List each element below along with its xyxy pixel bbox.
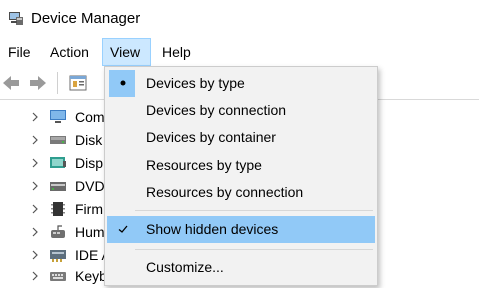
chevron-right-icon[interactable] [30,157,40,169]
menu-item-devices-by-type[interactable]: Devices by type [107,70,375,97]
radio-selected-indicator [109,70,135,97]
toolbar-separator [57,72,58,94]
menu-item-label: Devices by connection [146,102,287,118]
tree-item-label: Disp [75,155,104,171]
disk-drive-icon [50,136,66,144]
window-title: Device Manager [31,10,141,27]
computer-icon [50,110,66,123]
tree-item-label: Hum [75,224,105,240]
view-menu-dropdown: Devices by type Devices by connection De… [104,66,378,286]
chevron-right-icon[interactable] [30,111,40,123]
hid-icon [51,225,65,238]
menu-view[interactable]: View [102,38,151,66]
dvd-drive-icon [50,182,66,191]
check-indicator [109,216,135,243]
tree-item-label: Firm [75,201,103,217]
menu-separator [135,210,373,211]
device-manager-icon [9,12,23,25]
menu-item-label: Resources by connection [146,184,304,200]
display-adapter-icon [50,157,66,168]
forward-arrow-icon[interactable] [28,73,48,93]
chevron-right-icon[interactable] [30,270,40,282]
tree-item-label: Keyb [75,268,107,284]
menu-item-devices-by-container[interactable]: Devices by container [107,124,375,151]
tree-item-label: DVD [75,178,105,194]
menu-item-show-hidden-devices[interactable]: Show hidden devices [107,216,375,243]
menu-file[interactable]: File [1,38,38,66]
menu-item-devices-by-connection[interactable]: Devices by connection [107,97,375,124]
chevron-right-icon[interactable] [30,226,40,238]
menu-item-label: Devices by container [146,129,276,145]
menu-item-label: Resources by type [146,157,262,173]
tree-item-label: Com [75,109,105,125]
menu-item-label: Devices by type [146,75,245,91]
chevron-right-icon[interactable] [30,180,40,192]
chevron-right-icon[interactable] [30,249,40,261]
menu-item-label: Customize... [146,259,224,275]
properties-icon[interactable] [68,73,88,93]
menu-separator [135,249,373,250]
ide-controller-icon [50,250,66,262]
back-arrow-icon[interactable] [1,73,21,93]
menu-help[interactable]: Help [155,38,198,66]
firmware-icon [51,202,65,216]
menu-item-customize[interactable]: Customize... [107,254,375,281]
menu-item-resources-by-connection[interactable]: Resources by connection [107,179,375,206]
title-bar: Device Manager [0,0,479,38]
bullet-icon [120,80,126,86]
menu-action[interactable]: Action [43,38,96,66]
chevron-right-icon[interactable] [30,134,40,146]
menu-item-label: Show hidden devices [146,221,279,237]
checkmark-icon [118,225,128,233]
tree-item-label: Disk [75,132,103,148]
menu-item-resources-by-type[interactable]: Resources by type [107,152,375,179]
keyboard-icon [50,272,66,281]
chevron-right-icon[interactable] [30,203,40,215]
menu-bar: File Action View Help [0,38,479,66]
